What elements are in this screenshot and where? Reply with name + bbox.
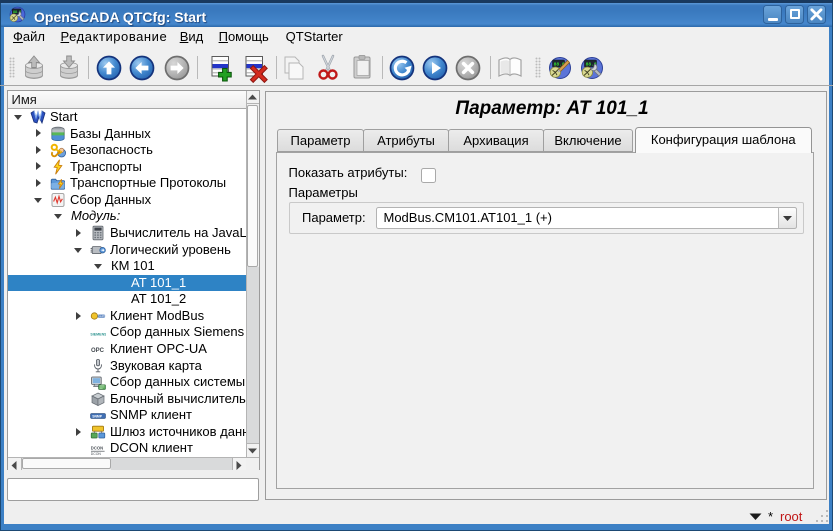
svg-text:SNMP: SNMP [92,414,103,418]
svg-text:DCON: DCON [90,452,101,456]
svg-text:DCON: DCON [90,445,102,450]
svg-text:OPC: OPC [91,348,105,354]
svg-text:ModBus: ModBus [98,314,106,318]
svg-text:SIEMENS: SIEMENS [90,332,106,336]
